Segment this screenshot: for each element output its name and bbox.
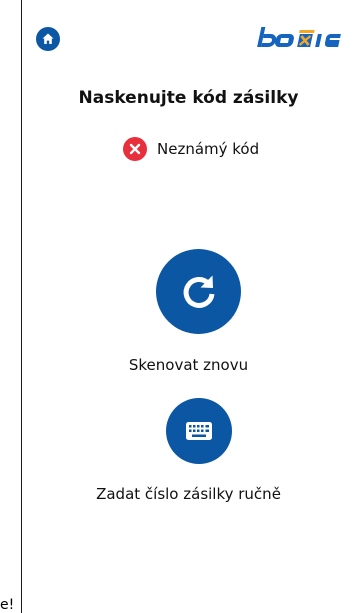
manual-entry-button[interactable] bbox=[166, 398, 232, 464]
scan-status: Neznámý kód bbox=[123, 137, 259, 161]
home-button[interactable] bbox=[36, 27, 60, 51]
error-x-icon bbox=[123, 137, 147, 161]
rescan-label[interactable]: Skenovat znovu bbox=[22, 356, 355, 374]
stray-text: e! bbox=[0, 597, 15, 613]
rescan-button[interactable] bbox=[156, 249, 241, 334]
keyboard-icon bbox=[186, 422, 212, 440]
refresh-icon bbox=[183, 275, 214, 308]
logo-image bbox=[257, 27, 341, 47]
home-icon bbox=[42, 33, 54, 44]
manual-entry-label[interactable]: Zadat číslo zásilky ručně bbox=[22, 485, 355, 503]
status-text: Neznámý kód bbox=[157, 140, 260, 158]
screen: e! Naskenujte kód zásilky Neznámý kód Sk… bbox=[0, 0, 355, 613]
brand-logo bbox=[256, 24, 355, 52]
page-title: Naskenujte kód zásilky bbox=[78, 88, 299, 108]
